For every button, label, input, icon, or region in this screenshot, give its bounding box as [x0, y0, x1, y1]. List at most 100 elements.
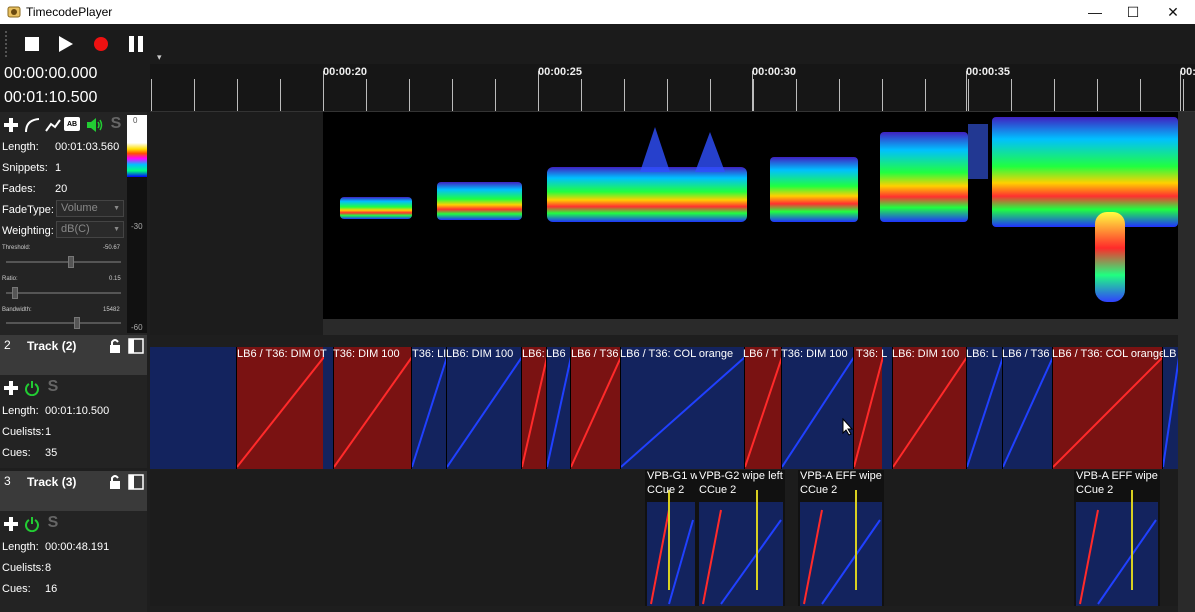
cue-clip[interactable] — [570, 347, 621, 469]
play-icon — [59, 36, 73, 52]
cue-clip[interactable] — [781, 347, 854, 469]
cue-label: LB — [1163, 348, 1177, 360]
fades-label: Fades: — [2, 183, 36, 195]
ruler-tick — [452, 79, 453, 111]
lock-icon[interactable] — [108, 474, 122, 490]
ruler-label: 00:00:25 — [538, 66, 583, 78]
cue-clip[interactable]: VPB-G2 wipe left CCue 2 — [697, 470, 785, 606]
fadetype-select[interactable]: Volume ▼ — [56, 200, 124, 217]
ratio-slider-knob[interactable] — [12, 287, 18, 299]
cue-label: LB6 / T36: COL orange — [620, 348, 734, 360]
add-snippet-button[interactable] — [2, 116, 20, 134]
vertical-scrollbar[interactable] — [1178, 112, 1195, 612]
toolbar-overflow-icon[interactable]: ▾ — [157, 52, 162, 63]
chevron-down-icon: ▼ — [113, 205, 120, 212]
track3-lane[interactable]: VPB-G1 w CCue 2 VPB-G2 wipe left CCue 2 VPB-… — [150, 470, 1178, 606]
ratio-slider[interactable] — [6, 287, 121, 299]
track2-header[interactable]: 2 Track (2) — [0, 335, 147, 375]
ruler-tick — [839, 79, 840, 111]
ruler-label: 00:00:30 — [752, 66, 797, 78]
pause-button[interactable] — [124, 32, 148, 56]
cue-clip[interactable]: VPB-G1 w CCue 2 — [645, 470, 699, 606]
cue-label: VPB-A EFF wipe — [1076, 470, 1158, 482]
panel-toggle-icon[interactable] — [128, 474, 144, 490]
cue-label: LB6 — [546, 348, 566, 360]
bandwidth-slider-knob[interactable] — [74, 317, 80, 329]
fade-line — [745, 356, 782, 468]
cue-clip[interactable] — [236, 347, 324, 469]
track2-length-value: 00:01:10.500 — [45, 405, 110, 417]
linear-fade-button[interactable] — [44, 116, 62, 134]
cue-clip[interactable]: VPB-A EFF wipe CCue 2 — [1074, 470, 1160, 606]
track3-number: 3 — [4, 474, 11, 488]
ruler-tick — [581, 79, 582, 111]
cue-clip[interactable] — [446, 347, 522, 469]
solo-button[interactable]: S — [107, 115, 125, 133]
cue-label: LB6 / T36: DIM 0T — [237, 348, 327, 360]
snippets-value: 1 — [55, 162, 62, 174]
cue-sublabel: CCue 2 — [647, 484, 685, 496]
fade-line — [967, 356, 1003, 468]
ruler-label: 00: — [1180, 66, 1195, 78]
cue-label: VPB-G1 w — [647, 470, 699, 482]
maximize-button[interactable]: ☐ — [1113, 0, 1153, 24]
cue-clip[interactable] — [521, 347, 547, 469]
fadetype-select-value: Volume — [61, 202, 98, 214]
track2-lane[interactable]: LB6 / T36: DIM 0T T36: DIM 100 T36: LI LB6:… — [150, 347, 1178, 469]
record-button[interactable] — [89, 32, 113, 56]
track3-header[interactable]: 3 Track (3) — [0, 471, 147, 511]
bandwidth-slider[interactable] — [6, 317, 121, 329]
cue-clip[interactable] — [1002, 347, 1053, 469]
fade-line — [571, 356, 621, 468]
track3-power-button[interactable] — [23, 515, 41, 533]
spectrogram-lane[interactable] — [150, 112, 1178, 335]
track2-add-button[interactable] — [2, 379, 20, 397]
play-button[interactable] — [54, 32, 78, 56]
stop-button[interactable] — [20, 32, 44, 56]
cue-clip[interactable] — [546, 347, 571, 469]
cue-clip[interactable] — [411, 347, 447, 469]
mute-button[interactable] — [86, 116, 104, 134]
lock-icon[interactable] — [108, 338, 122, 354]
minimize-button[interactable]: — — [1075, 0, 1115, 24]
weighting-select[interactable]: dB(C) ▼ — [56, 221, 124, 238]
track2-power-button[interactable] — [23, 379, 41, 397]
fade-line — [854, 356, 883, 468]
track3-panel: S Length: 00:00:48.191 Cuelists: 8 Cues:… — [0, 511, 147, 612]
power-icon — [25, 517, 39, 532]
timeline-ruler[interactable]: 00:00:20 00:00:25 00:00:30 00:00:35 00: — [150, 64, 1195, 112]
cue-clip[interactable]: VPB-A EFF wipe CCue 2 — [798, 470, 884, 606]
cue-clip[interactable] — [744, 347, 782, 469]
curve-fade-button[interactable] — [23, 116, 41, 134]
add-icon — [4, 517, 18, 531]
cue-clip[interactable] — [620, 347, 745, 469]
cue-label: T36: DIM 100 — [333, 348, 400, 360]
cue-clip[interactable] — [333, 347, 412, 469]
ruler-tick — [237, 79, 238, 111]
threshold-slider[interactable] — [6, 256, 121, 268]
close-button[interactable]: ✕ — [1153, 0, 1193, 24]
cue-clip[interactable] — [966, 347, 1003, 469]
fade-line — [237, 356, 324, 468]
track2-solo-button[interactable]: S — [44, 378, 62, 396]
cue-clip[interactable] — [1052, 347, 1163, 469]
cue-clip[interactable] — [853, 347, 883, 469]
length-label: Length: — [2, 141, 39, 153]
track3-length-label: Length: — [2, 541, 39, 553]
panel-toggle-icon[interactable] — [128, 338, 144, 354]
length-value: 00:01:03.560 — [55, 141, 120, 153]
total-timecode: 00:01:10.500 — [4, 89, 98, 106]
threshold-slider-knob[interactable] — [68, 256, 74, 268]
ab-button[interactable]: AB — [64, 117, 80, 131]
threshold-value: -50.67 — [103, 245, 121, 251]
cue-clip[interactable] — [892, 347, 967, 469]
track3-solo-button[interactable]: S — [44, 514, 62, 532]
ruler-tick — [753, 79, 754, 111]
cue-clip[interactable] — [1162, 347, 1178, 469]
track3-name: Track (3) — [27, 475, 77, 489]
toolbar-grip[interactable] — [4, 30, 8, 58]
fade-line — [412, 356, 447, 468]
ruler-tick — [495, 79, 496, 111]
ruler-tick — [409, 79, 410, 111]
track3-add-button[interactable] — [2, 515, 20, 533]
